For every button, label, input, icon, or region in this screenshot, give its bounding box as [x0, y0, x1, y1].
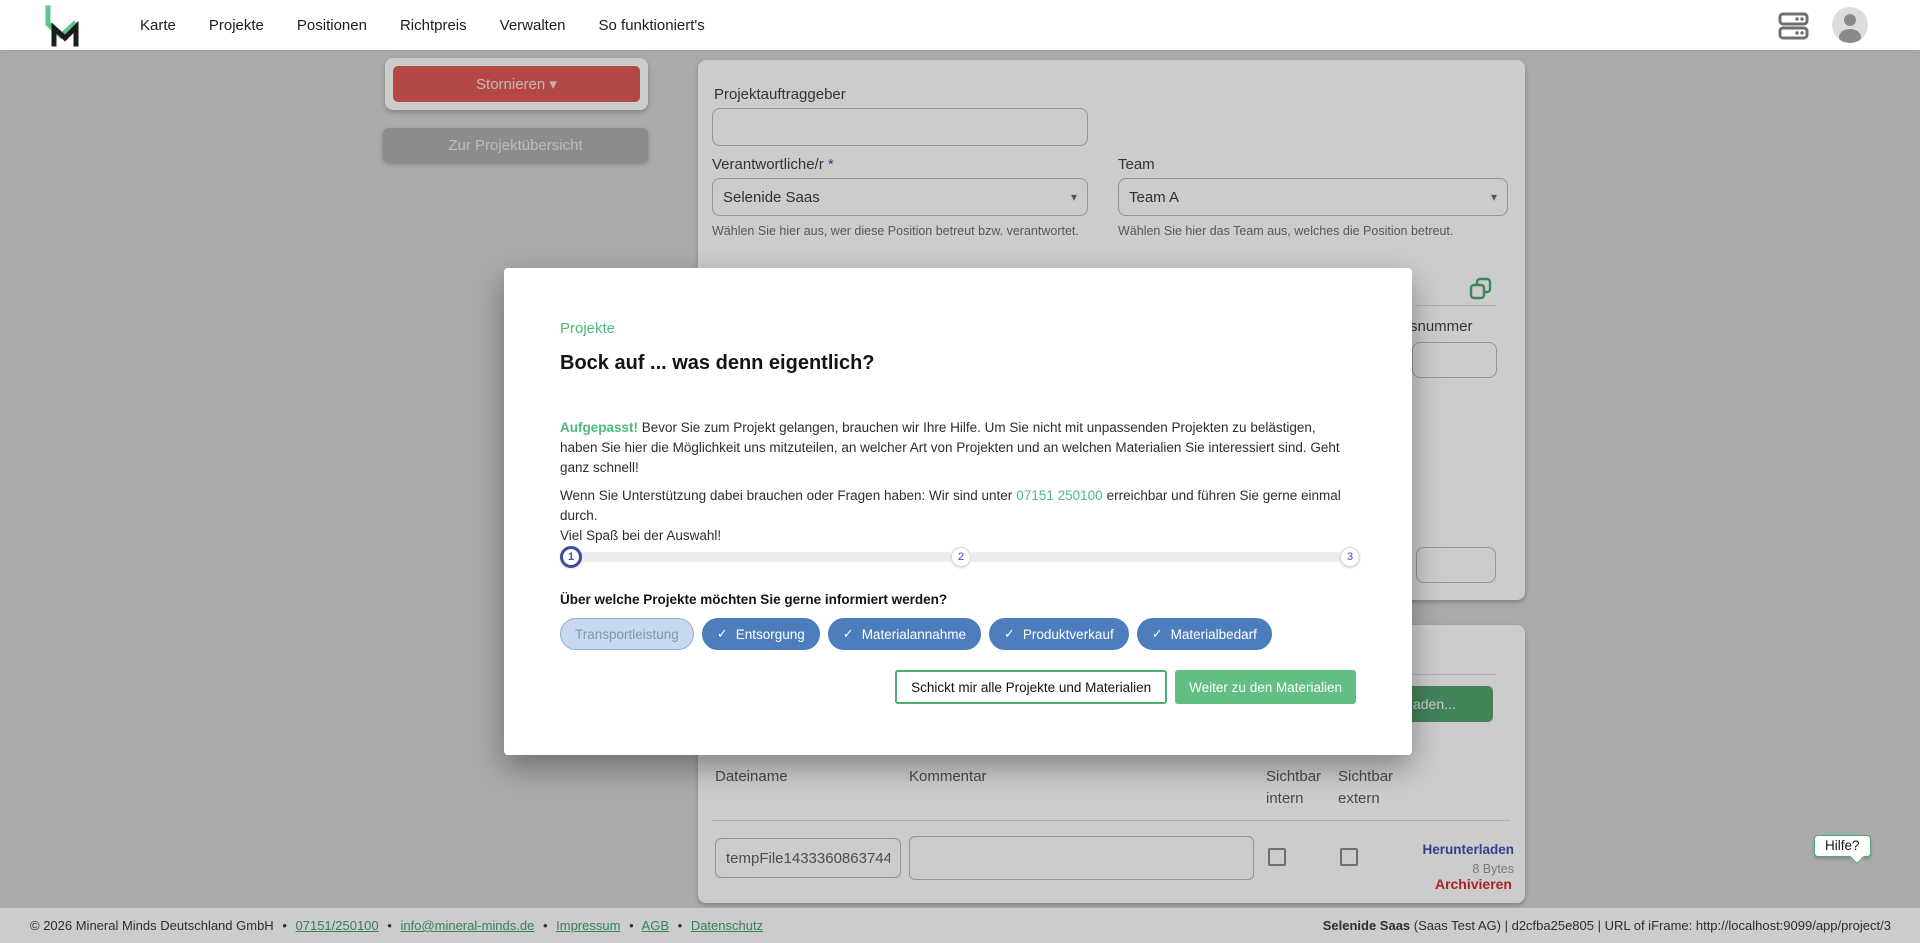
modal-intro-paragraph: Aufgepasst! Bevor Sie zum Projekt gelang… — [560, 418, 1350, 478]
modal-actions: Schickt mir alle Projekte und Materialie… — [895, 670, 1356, 704]
check-icon: ✓ — [1004, 626, 1015, 642]
wizard-stepper: 1 2 3 — [560, 546, 1360, 568]
step-3-indicator: 3 — [1340, 547, 1360, 567]
nav-item-verwalten[interactable]: Verwalten — [500, 17, 566, 34]
nav-item-positionen[interactable]: Positionen — [297, 17, 367, 34]
send-all-projects-button[interactable]: Schickt mir alle Projekte und Materialie… — [895, 670, 1167, 704]
person-icon — [1832, 7, 1868, 43]
modal-question: Über welche Projekte möchten Sie gerne i… — [560, 592, 947, 607]
project-type-chips: Transportleistung ✓ Entsorgung ✓ Materia… — [560, 618, 1272, 650]
modal-eyebrow: Projekte — [560, 320, 615, 337]
check-icon: ✓ — [1152, 626, 1163, 642]
step-2-indicator: 2 — [951, 547, 971, 567]
modal-title: Bock auf ... was denn eigentlich? — [560, 352, 875, 375]
nav-item-projekte[interactable]: Projekte — [209, 17, 264, 34]
support-line2: Viel Spaß bei der Auswahl! — [560, 526, 1350, 546]
chip-produktverkauf[interactable]: ✓ Produktverkauf — [989, 618, 1129, 650]
modal-support-paragraph: Wenn Sie Unterstützung dabei brauchen od… — [560, 486, 1350, 546]
phone-link[interactable]: 07151 250100 — [1016, 488, 1102, 503]
chip-transportleistung[interactable]: Transportleistung — [560, 618, 694, 650]
check-icon: ✓ — [843, 626, 854, 642]
chip-entsorgung[interactable]: ✓ Entsorgung — [702, 618, 820, 650]
nav-item-richtpreis[interactable]: Richtpreis — [400, 17, 467, 34]
main-navigation: Karte Projekte Positionen Richtpreis Ver… — [140, 0, 705, 50]
check-icon: ✓ — [717, 626, 728, 642]
stepper-bar — [582, 552, 951, 562]
help-bubble[interactable]: Hilfe? — [1814, 835, 1871, 857]
chip-materialbedarf[interactable]: ✓ Materialbedarf — [1137, 618, 1272, 650]
intro-highlight: Aufgepasst! — [560, 420, 638, 435]
user-avatar[interactable] — [1832, 7, 1868, 43]
server-rack-icon[interactable] — [1778, 11, 1810, 41]
app-window: Karte Projekte Positionen Richtpreis Ver… — [0, 0, 1920, 943]
nav-item-so-funktionierts[interactable]: So funktioniert's — [599, 17, 705, 34]
top-navbar: Karte Projekte Positionen Richtpreis Ver… — [0, 0, 1920, 50]
nav-item-karte[interactable]: Karte — [140, 17, 176, 34]
brand-logo-icon[interactable] — [40, 3, 84, 47]
project-interest-modal: Projekte Bock auf ... was denn eigentlic… — [504, 268, 1412, 755]
continue-to-materials-button[interactable]: Weiter zu den Materialien — [1175, 670, 1356, 704]
stepper-bar — [971, 552, 1340, 562]
step-1-indicator: 1 — [560, 546, 582, 568]
chip-materialannahme[interactable]: ✓ Materialannahme — [828, 618, 981, 650]
